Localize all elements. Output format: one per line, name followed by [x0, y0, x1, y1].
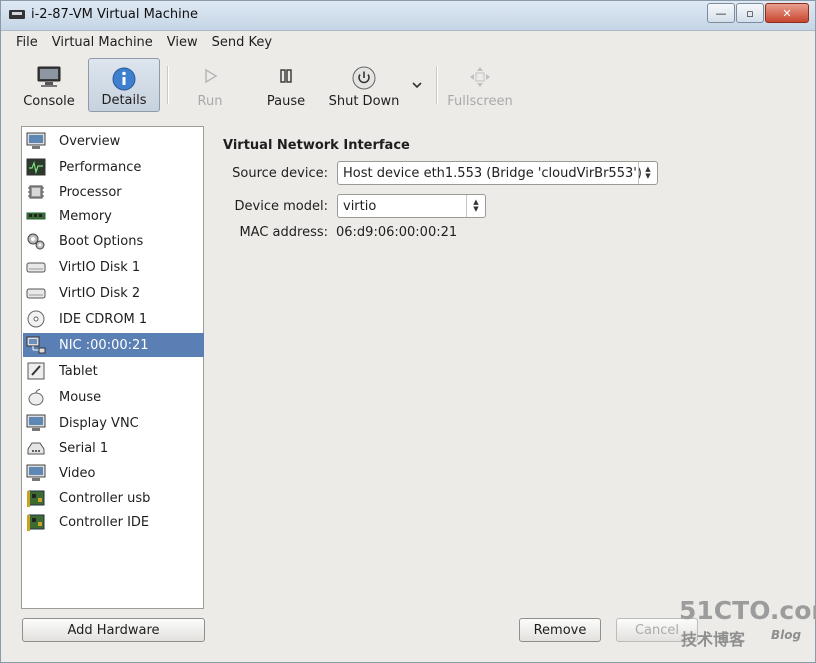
hw-item-overview[interactable]: Overview: [23, 129, 204, 153]
watermark-blog: Blog: [771, 628, 802, 642]
cpu-icon: [28, 185, 44, 199]
controller-icon: [27, 490, 45, 507]
toolbar: Console Details Run Pause Shut Down Full…: [1, 54, 815, 114]
toolbar-separator: [436, 66, 438, 104]
hw-item-controller-usb[interactable]: Controller usb: [23, 486, 204, 510]
console-button[interactable]: Console: [15, 58, 83, 112]
source-device-label: Source device:: [232, 166, 328, 181]
select-arrows-icon: ▲ ▼: [466, 195, 485, 217]
run-button[interactable]: Run: [181, 58, 239, 112]
hardware-list: Overview Performance Processor Memory Bo…: [21, 126, 204, 609]
pause-button[interactable]: Pause: [257, 58, 315, 112]
pause-icon: [280, 69, 292, 83]
fullscreen-label: Fullscreen: [447, 94, 513, 109]
remove-button[interactable]: Remove: [519, 618, 601, 642]
shutdown-button[interactable]: Shut Down: [326, 58, 402, 112]
info-icon: [112, 67, 136, 91]
details-label: Details: [101, 93, 147, 108]
mouse-icon: [28, 388, 44, 406]
serial-icon: [27, 442, 45, 455]
hw-item-controller-ide[interactable]: Controller IDE: [23, 510, 204, 534]
network-icon: [26, 336, 46, 354]
minimize-button[interactable]: —: [707, 3, 735, 23]
title-bar[interactable]: i-2-87-VM Virtual Machine — ▫ ✕: [1, 1, 815, 31]
gears-icon: [27, 233, 45, 250]
monitor-icon: [26, 132, 46, 149]
disk-icon: [26, 288, 46, 299]
shutdown-menu-button[interactable]: [405, 58, 429, 112]
shutdown-label: Shut Down: [328, 94, 400, 109]
close-button[interactable]: ✕: [765, 3, 809, 23]
vm-window: i-2-87-VM Virtual Machine — ▫ ✕ File Vir…: [0, 0, 816, 663]
window-title: i-2-87-VM Virtual Machine: [31, 7, 199, 22]
hw-item-performance[interactable]: Performance: [23, 155, 204, 179]
hw-item-serial-1[interactable]: Serial 1: [23, 436, 204, 460]
hw-item-tablet[interactable]: Tablet: [23, 359, 204, 383]
menu-file[interactable]: File: [16, 35, 38, 50]
disk-icon: [26, 262, 46, 273]
device-model-label: Device model:: [234, 199, 328, 214]
vm-app-icon: [9, 10, 25, 19]
play-icon: [205, 68, 218, 84]
pause-label: Pause: [266, 94, 306, 109]
menu-view[interactable]: View: [167, 35, 198, 50]
tablet-icon: [27, 362, 45, 380]
cdrom-icon: [27, 310, 45, 328]
fullscreen-button[interactable]: Fullscreen: [447, 58, 513, 112]
hw-item-memory[interactable]: Memory: [23, 204, 204, 228]
menu-bar: File Virtual Machine View Send Key: [1, 31, 815, 53]
hw-item-ide-cdrom-1[interactable]: IDE CDROM 1: [23, 307, 204, 331]
menu-send-key[interactable]: Send Key: [212, 35, 272, 50]
console-label: Console: [23, 94, 75, 109]
menu-virtual-machine[interactable]: Virtual Machine: [52, 35, 153, 50]
maximize-button[interactable]: ▫: [736, 3, 764, 23]
monitor-icon: [37, 66, 61, 87]
details-button[interactable]: Details: [88, 58, 160, 112]
hw-item-processor[interactable]: Processor: [23, 180, 204, 204]
fullscreen-icon: [470, 67, 490, 87]
watermark: 51CTO.com 技术博客 Blog: [679, 594, 816, 654]
watermark-subtext: 技术博客: [681, 630, 746, 649]
toolbar-separator: [167, 66, 169, 104]
controller-icon: [27, 514, 45, 531]
hw-item-virtio-disk-2[interactable]: VirtIO Disk 2: [23, 281, 204, 305]
add-hardware-button[interactable]: Add Hardware: [22, 618, 205, 642]
hw-item-virtio-disk-1[interactable]: VirtIO Disk 1: [23, 255, 204, 279]
device-model-select[interactable]: virtio ▲ ▼: [337, 194, 486, 218]
display-icon: [26, 414, 46, 431]
hw-item-video[interactable]: Video: [23, 461, 204, 485]
chevron-down-icon: [412, 82, 422, 89]
hw-item-mouse[interactable]: Mouse: [23, 385, 204, 409]
hw-item-nic[interactable]: NIC :00:00:21: [23, 333, 204, 357]
memory-icon: [26, 212, 46, 220]
power-icon: [352, 66, 376, 90]
performance-icon: [26, 158, 46, 176]
source-device-value: Host device eth1.553 (Bridge 'cloudVirBr…: [343, 165, 642, 181]
watermark-logo-text: 51CTO.com: [679, 596, 816, 625]
device-model-value: virtio: [343, 198, 377, 214]
run-label: Run: [197, 94, 223, 109]
mac-address-label: MAC address:: [239, 225, 328, 240]
section-title: Virtual Network Interface: [223, 138, 410, 153]
hw-item-boot-options[interactable]: Boot Options: [23, 229, 204, 253]
video-icon: [26, 464, 46, 481]
mac-address-value: 06:d9:06:00:00:21: [336, 225, 458, 240]
source-device-select[interactable]: Host device eth1.553 (Bridge 'cloudVirBr…: [337, 161, 658, 185]
hw-item-display-vnc[interactable]: Display VNC: [23, 411, 204, 435]
select-arrows-icon: ▲ ▼: [638, 162, 657, 184]
